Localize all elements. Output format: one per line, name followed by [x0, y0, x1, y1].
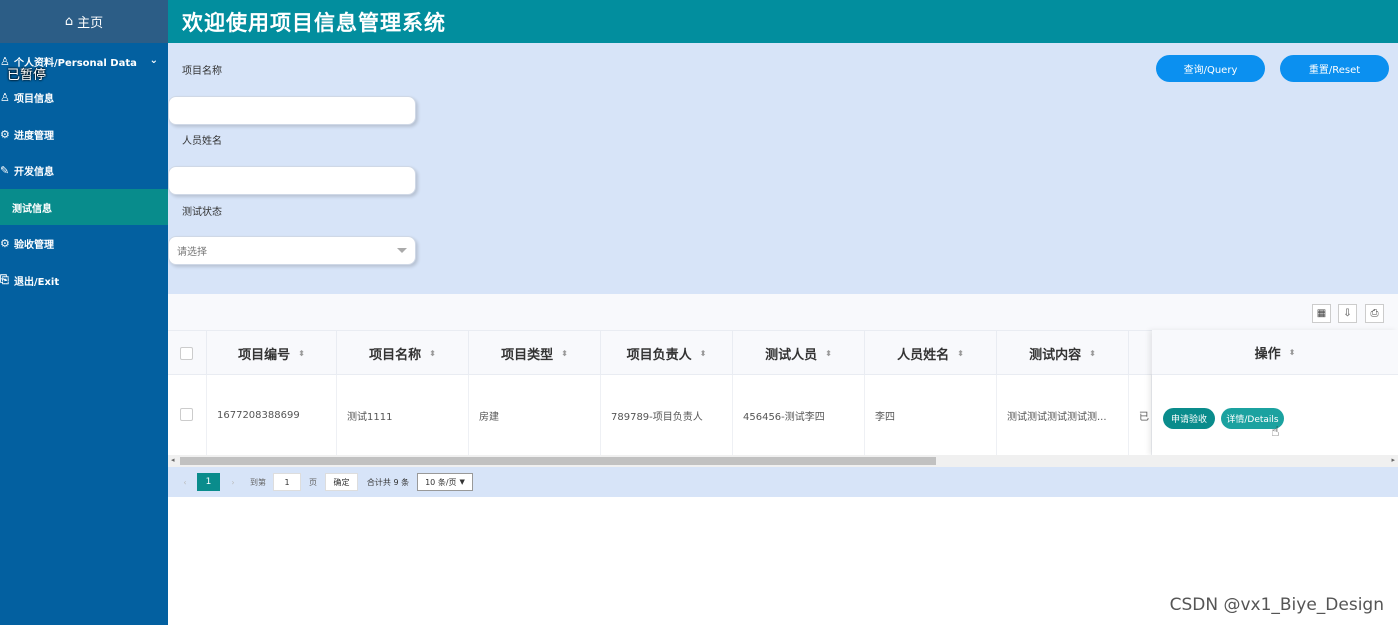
table-area: ▦ ⇩ ⎙ 项目编号 ⬍ 项目名称 ⬍ 项目类型 ⬍ 项目负责人 ⬍ 测试人员 ⬍ 人员姓…: [168, 294, 1398, 497]
sidebar-item-label: 测试信息: [12, 203, 52, 215]
scroll-left-icon[interactable]: ◂: [171, 456, 175, 464]
page-size-select[interactable]: 10 条/页 ▼: [417, 473, 473, 491]
search-panel: 项目名称 人员姓名 测试状态 请选择 查询/Query 重置/Reset: [168, 43, 1398, 294]
sidebar-item-label: 项目信息: [14, 93, 54, 105]
select-all-checkbox[interactable]: [180, 347, 193, 360]
column-label: 人员姓名: [897, 348, 950, 363]
cell-tester: 456456-测试李四: [733, 375, 865, 455]
cell-id: 1677208388699: [206, 375, 337, 455]
status-select[interactable]: 请选择: [168, 236, 416, 265]
status-placeholder: 请选择: [177, 247, 207, 258]
column-header[interactable]: 测试内容 ⬍: [997, 331, 1129, 376]
columns-icon[interactable]: ▦: [1312, 304, 1331, 323]
export-icon[interactable]: ⇩: [1338, 304, 1357, 323]
apply-acceptance-button[interactable]: 申请验收: [1163, 408, 1215, 429]
gear-icon: ⚙: [0, 127, 10, 141]
cell-status-partial: 已: [1129, 375, 1152, 455]
sidebar-home-label: 主页: [77, 16, 104, 31]
top-header: 欢迎使用项目信息管理系统: [168, 0, 1398, 43]
column-label: 测试内容: [1029, 348, 1082, 363]
project-name-input[interactable]: [168, 96, 416, 125]
goto-suffix: 页: [309, 477, 317, 487]
column-header[interactable]: 项目名称 ⬍: [337, 331, 469, 376]
sort-icon: ⬍: [957, 349, 964, 358]
column-header[interactable]: 项目类型 ⬍: [469, 331, 601, 376]
reset-button[interactable]: 重置/Reset: [1280, 55, 1389, 82]
sort-icon: ⬍: [1288, 347, 1296, 357]
project-name-label: 项目名称: [182, 66, 222, 77]
person-name-label: 人员姓名: [182, 136, 222, 147]
goto-page-input[interactable]: 1: [273, 473, 301, 491]
sort-icon: ⬍: [429, 349, 436, 358]
pointer-cursor-icon: ☝: [1271, 424, 1280, 440]
next-page-icon[interactable]: ›: [226, 473, 240, 491]
operations-header[interactable]: 操作 ⬍: [1152, 330, 1398, 375]
cell-content: 测试测试测试测试测...: [997, 375, 1129, 455]
sidebar-item-progress[interactable]: ⚙ 进度管理: [0, 116, 168, 152]
cell-type: 房建: [469, 375, 601, 455]
cell-person: 李四: [865, 375, 997, 455]
sidebar-item-project-info[interactable]: ♙ 项目信息: [0, 79, 168, 115]
scroll-right-icon[interactable]: ▸: [1391, 456, 1395, 464]
chevron-down-icon: ▼: [459, 478, 465, 486]
column-header[interactable]: 项目编号 ⬍: [206, 331, 337, 376]
pagination: ‹ 1 › 到第 1 页 确定 合计共 9 条 10 条/页 ▼: [168, 467, 1398, 497]
column-label: 操作: [1254, 346, 1281, 362]
user-icon: ♙: [0, 90, 10, 104]
column-header[interactable]: 人员姓名 ⬍: [865, 331, 997, 376]
column-header[interactable]: 项目负责人 ⬍: [601, 331, 733, 376]
sort-icon: ⬍: [699, 349, 707, 358]
sidebar-item-dev-info[interactable]: ✎ 开发信息: [0, 152, 168, 188]
column-label: 项目编号: [238, 348, 291, 363]
sidebar-item-exit[interactable]: ⎘ 退出/Exit: [0, 262, 168, 298]
sort-icon: ⬍: [1089, 349, 1096, 358]
column-label: 测试人员: [765, 348, 818, 363]
sort-icon: ⬍: [561, 349, 568, 358]
home-icon: ⌂: [64, 14, 74, 29]
sidebar-item-label: 验收管理: [14, 239, 54, 251]
horizontal-scrollbar[interactable]: ◂ ▸: [168, 455, 1398, 467]
watermark: CSDN @vx1_Biye_Design: [1169, 595, 1384, 615]
column-label: 项目名称: [369, 348, 422, 363]
scrollbar-thumb[interactable]: [180, 457, 936, 465]
sidebar-item-label: 退出/Exit: [14, 276, 60, 288]
prev-page-icon[interactable]: ‹: [178, 473, 192, 491]
column-label: 项目类型: [501, 348, 554, 363]
sort-icon: ⬍: [298, 349, 305, 358]
sidebar-item-label: 开发信息: [14, 166, 54, 178]
print-icon[interactable]: ⎙: [1365, 304, 1384, 323]
goto-prefix: 到第: [250, 477, 266, 487]
cell-manager: 789789-项目负责人: [601, 375, 733, 455]
column-header[interactable]: 测试人员 ⬍: [733, 331, 865, 376]
sidebar-item-test-info[interactable]: 测试信息: [0, 189, 168, 225]
sidebar-item-label: 进度管理: [14, 130, 54, 142]
goto-confirm-button[interactable]: 确定: [325, 473, 358, 491]
exit-icon: ⎘: [0, 273, 9, 286]
query-button[interactable]: 查询/Query: [1156, 55, 1265, 82]
chevron-down-icon: ⌄: [149, 55, 158, 66]
page-size-value: 10 条/页: [425, 477, 457, 487]
row-checkbox[interactable]: [180, 408, 193, 421]
sort-icon: ⬍: [825, 349, 832, 358]
operations-column: 操作 ⬍ 申请验收 详情/Details ☝: [1152, 330, 1398, 455]
person-name-input[interactable]: [168, 166, 416, 195]
page-title: 欢迎使用项目信息管理系统: [182, 11, 446, 35]
total-count: 合计共 9 条: [366, 477, 410, 487]
caret-down-icon: [397, 248, 407, 253]
tools-icon: ✎: [0, 163, 10, 177]
column-label: 项目负责人: [626, 348, 692, 363]
sidebar-home[interactable]: ⌂ 主页: [0, 0, 168, 43]
cell-name: 测试1111: [337, 375, 469, 455]
sidebar-item-acceptance[interactable]: ⚙ 验收管理: [0, 225, 168, 261]
settings-icon: ⚙: [0, 236, 10, 250]
page-number[interactable]: 1: [197, 473, 220, 491]
sidebar: ⌂ 主页 ♙ 个人资料/Personal Data ⌄ 已暂停 ♙ 项目信息 ⚙…: [0, 0, 168, 625]
status-label: 测试状态: [182, 207, 222, 218]
